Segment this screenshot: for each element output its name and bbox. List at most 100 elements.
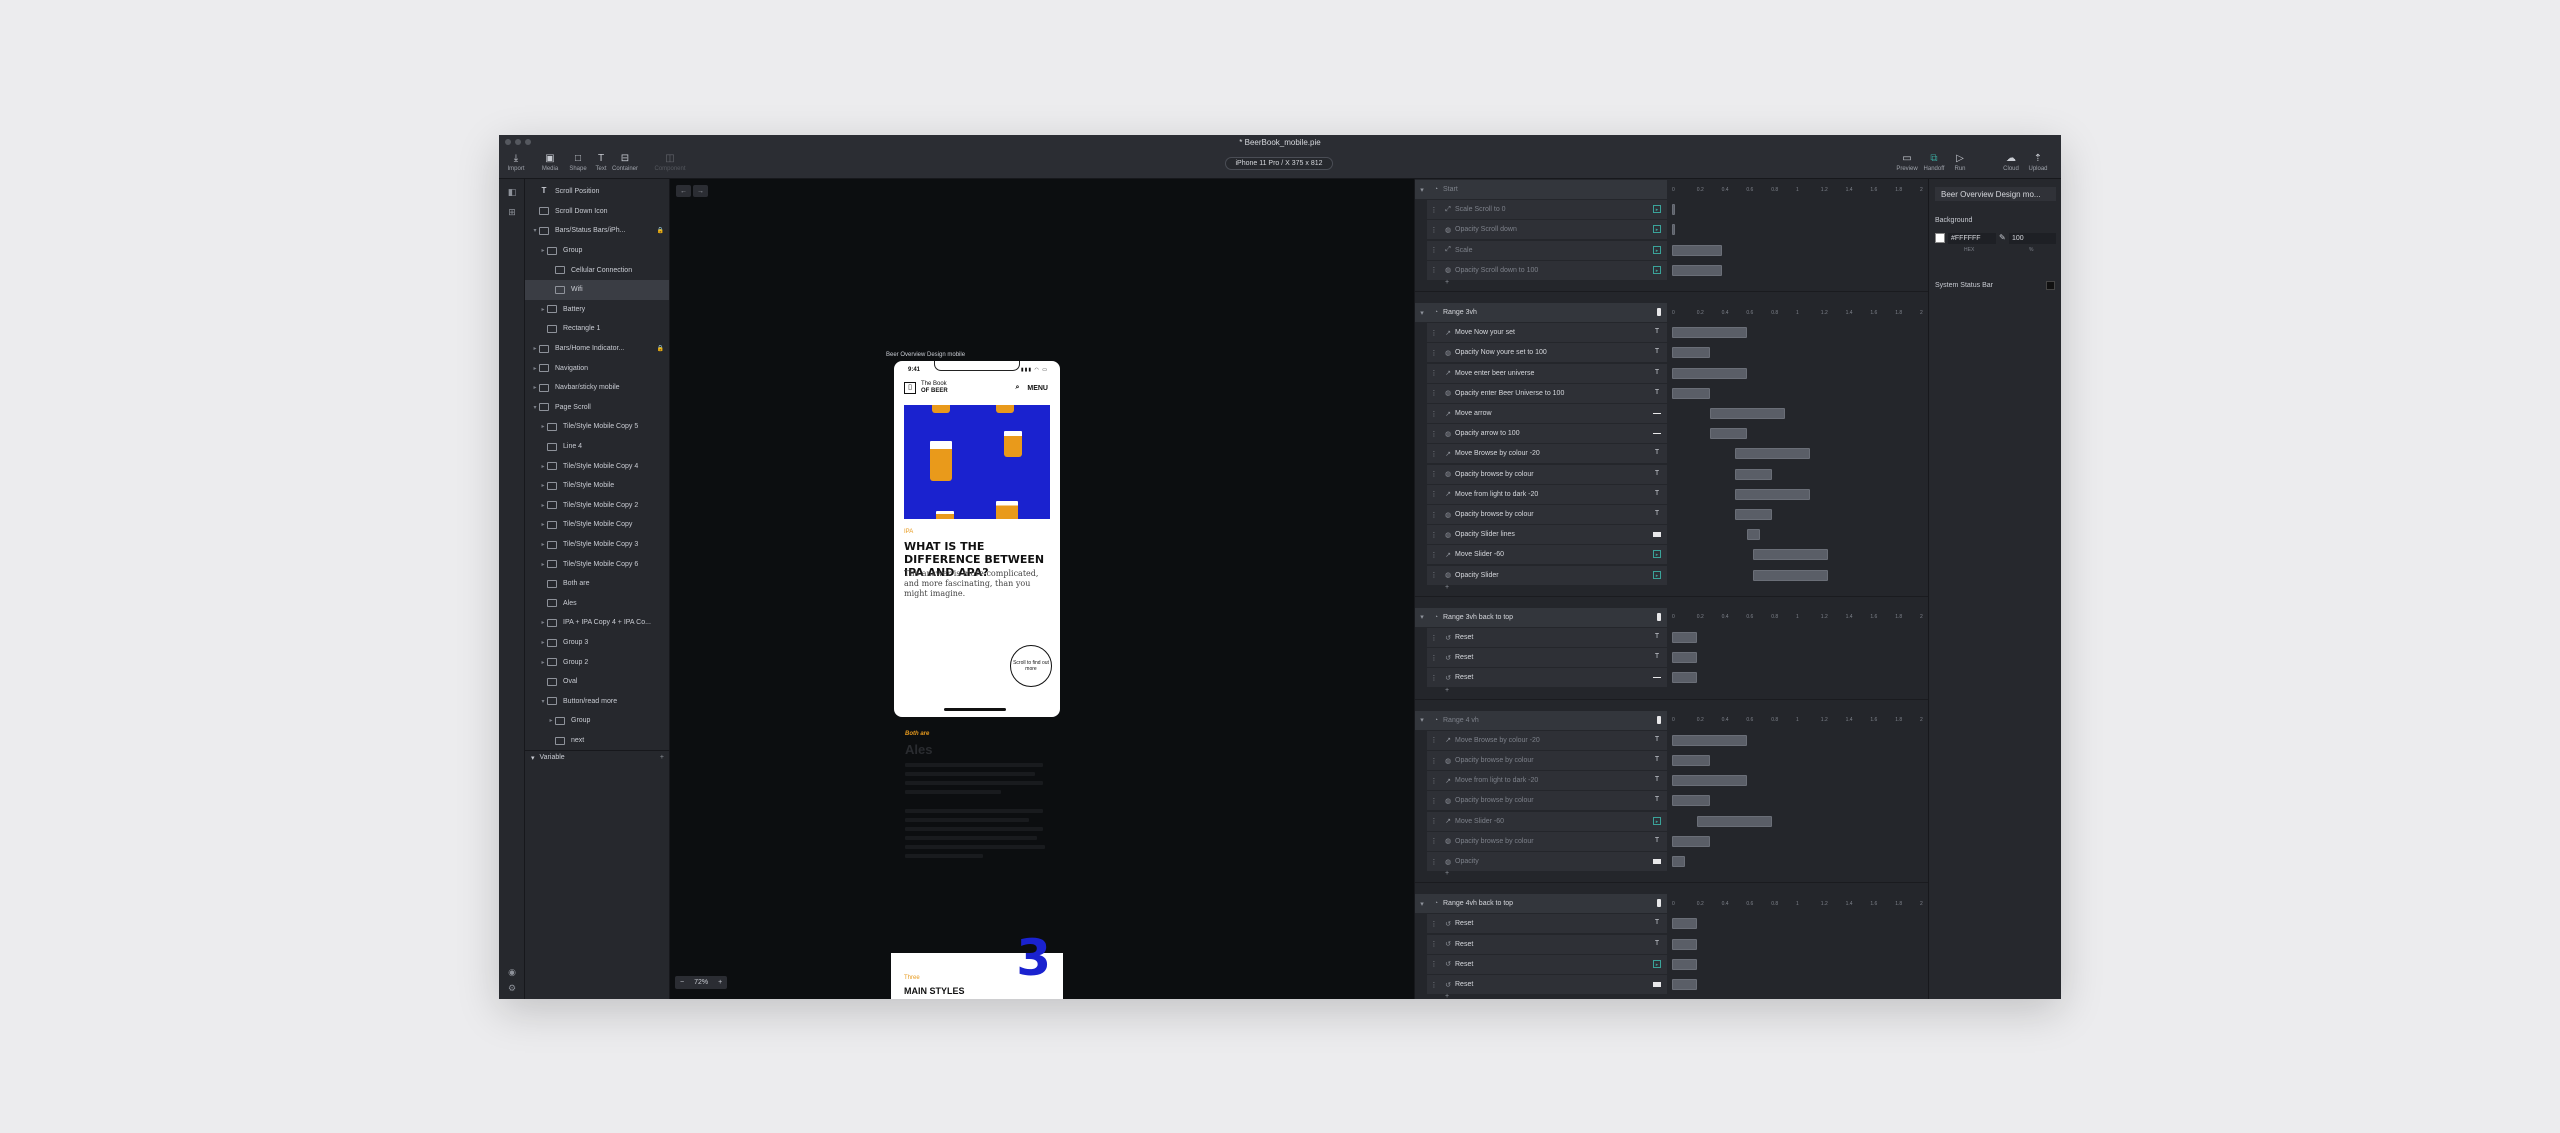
layer-row[interactable]: ▾ Bars/Status Bars/iPh... 🔒 [525,221,669,241]
media-button[interactable]: ▣ Media [535,152,565,172]
layer-row[interactable]: ▸ Tile/Style Mobile [525,476,669,496]
timeline-row[interactable]: ⋮ ◍ Opacity browse by colour T [1415,505,1928,525]
animation-bar[interactable] [1672,367,1747,379]
animation-row[interactable]: ⋮ ◍ Opacity browse by colour T [1427,751,1667,770]
timeline-row[interactable]: ⋮ ⤢ Scale ▸ [1415,240,1928,261]
animation-row[interactable]: ⋮ ↺ Reset [1427,975,1667,994]
drag-handle-icon[interactable]: ⋮ [1427,389,1441,397]
layer-row[interactable]: ▸ Group [525,241,669,261]
timeline-row[interactable]: ⋮ ↗ Move arrow [1415,404,1928,424]
animation-row[interactable]: ⋮ ↗ Move from light to dark -20 T [1427,771,1667,791]
animation-row[interactable]: ⋮ ◍ Opacity Slider lines [1427,525,1667,545]
drag-handle-icon[interactable]: ⋮ [1427,757,1441,765]
drag-handle-icon[interactable]: ⋮ [1427,266,1441,274]
timeline-row[interactable]: ⋮ ◍ Opacity arrow to 100 [1415,424,1928,444]
component-target-icon[interactable]: ▸ [1653,959,1661,968]
animation-row[interactable]: ⋮ ↗ Move arrow [1427,404,1667,423]
animation-row[interactable]: ⋮ ◍ Opacity Now youre set to 100 T [1427,343,1667,363]
chevron-right-icon[interactable]: ▸ [531,384,539,391]
shape-target-icon[interactable] [1653,433,1661,435]
drag-handle-icon[interactable]: ⋮ [1427,369,1441,377]
text-target-icon[interactable]: T [1653,369,1661,377]
drag-handle-icon[interactable]: ⋮ [1427,736,1441,744]
shape-target-icon[interactable] [1653,532,1661,538]
add-animation-button[interactable]: + [1445,279,1449,286]
drag-handle-icon[interactable]: ⋮ [1427,246,1441,254]
animation-bar[interactable] [1672,347,1710,359]
layer-row[interactable]: Scroll Down Icon [525,202,669,222]
section-title-row[interactable]: ▾ ◔ Range 4vh back to top [1415,894,1667,914]
eyedropper-icon[interactable]: ✎ [1999,233,2006,242]
cloud-button[interactable]: ☁ Cloud [1996,152,2026,172]
animation-bar[interactable] [1672,856,1685,867]
text-target-icon[interactable]: T [1653,449,1661,457]
layer-row[interactable]: ▾ Button/read more [525,692,669,712]
zoom-level[interactable]: 72% [689,979,713,986]
component-target-icon[interactable]: ▸ [1653,570,1661,579]
timeline-row[interactable]: ⋮ ↗ Move Browse by colour -20 T [1415,444,1928,464]
section-title-row[interactable]: ▾ ◔ Range 4 vh [1415,710,1667,730]
pin-icon[interactable] [1657,612,1661,621]
drag-handle-icon[interactable]: ⋮ [1427,920,1441,928]
drag-handle-icon[interactable]: ⋮ [1427,490,1441,498]
timeline-row[interactable]: ⋮ ↺ Reset T [1415,628,1928,648]
component-target-icon[interactable]: ▸ [1653,816,1661,825]
search-icon[interactable]: ⌕ [1015,384,1019,392]
component-target-icon[interactable]: ▸ [1653,205,1661,214]
text-target-icon[interactable]: T [1653,490,1661,498]
animation-bar[interactable] [1753,549,1829,561]
timeline-row[interactable]: ⋮ ⤢ Scale Scroll to 0 ▸ [1415,200,1928,220]
timeline-row[interactable]: ⋮ ↗ Move Now your set T [1415,323,1928,343]
chevron-down-icon[interactable]: ▾ [539,698,547,705]
animation-row[interactable]: ⋮ ◍ Opacity enter Beer Universe to 100 T [1427,383,1667,403]
chevron-right-icon[interactable]: ▸ [539,502,547,509]
system-status-bar-toggle[interactable] [2046,281,2055,290]
drag-handle-icon[interactable]: ⋮ [1427,654,1441,662]
import-button[interactable]: ⤓ Import [501,152,531,172]
drag-handle-icon[interactable]: ⋮ [1427,551,1441,559]
minimize-window-button[interactable] [515,139,521,145]
animation-row[interactable]: ⋮ ↺ Reset T [1427,628,1667,647]
timeline-row[interactable]: ⋮ ◍ Opacity browse by colour T [1415,751,1928,771]
animation-bar[interactable] [1672,204,1675,216]
animation-bar[interactable] [1672,672,1697,684]
layer-row[interactable]: Line 4 [525,437,669,457]
shape-target-icon[interactable] [1653,859,1661,864]
timeline-row[interactable]: ⋮ ◍ Opacity Scroll down ▸ [1415,220,1928,240]
section-title-row[interactable]: ▾ ◔ Range 3vh [1415,303,1667,322]
chevron-right-icon[interactable]: ▸ [547,717,555,724]
animation-bar[interactable] [1672,795,1710,807]
chevron-right-icon[interactable]: ▸ [539,521,547,528]
drag-handle-icon[interactable]: ⋮ [1427,634,1441,642]
text-target-icon[interactable]: T [1653,796,1661,804]
animation-row[interactable]: ⋮ ↺ Reset [1427,668,1667,688]
preview-button[interactable]: ▭ Preview [1892,152,1922,172]
chevron-right-icon[interactable]: ▸ [539,482,547,489]
drag-handle-icon[interactable]: ⋮ [1427,531,1441,539]
text-target-icon[interactable]: T [1653,756,1661,764]
phone-artboard[interactable]: 9:41 ▮▮▮ ◠ ▭ ▯ The Book OF BEER ⌕ MENU IP… [894,361,1060,717]
layer-row[interactable]: ▾ Page Scroll [525,398,669,418]
layer-row[interactable]: ▸ Navigation [525,358,669,378]
timeline-row[interactable]: ⋮ ◍ Opacity Scroll down to 100 ▸ [1415,260,1928,281]
animation-row[interactable]: ⋮ ◍ Opacity browse by colour T [1427,791,1667,811]
timeline-ruler[interactable]: 0 0.2 0.4 0.6 0.8 1 1.2 1.4 1.6 1.8 2 [1667,180,1928,199]
animation-bar[interactable] [1672,979,1697,990]
layer-row[interactable]: ▸ IPA + IPA Copy 4 + IPA Co... [525,613,669,633]
animation-row[interactable]: ⋮ ⤢ Scale ▸ [1427,240,1667,260]
component-target-icon[interactable]: ▸ [1653,245,1661,254]
drag-handle-icon[interactable]: ⋮ [1427,571,1441,579]
drag-handle-icon[interactable]: ⋮ [1427,349,1441,357]
text-target-icon[interactable]: T [1653,633,1661,641]
chevron-right-icon[interactable]: ▸ [539,619,547,626]
animation-row[interactable]: ⋮ ↺ Reset T [1427,648,1667,668]
text-target-icon[interactable]: T [1653,328,1661,336]
drag-handle-icon[interactable]: ⋮ [1427,674,1441,682]
animation-bar[interactable] [1672,387,1710,399]
text-target-icon[interactable]: T [1653,389,1661,397]
animation-row[interactable]: ⋮ ◍ Opacity Scroll down to 100 ▸ [1427,260,1667,280]
text-target-icon[interactable]: T [1653,510,1661,518]
section-title-row[interactable]: ▾ ◔ Range 3vh back to top [1415,607,1667,627]
animation-row[interactable]: ⋮ ◍ Opacity browse by colour T [1427,464,1667,484]
chevron-right-icon[interactable]: ▸ [539,639,547,646]
